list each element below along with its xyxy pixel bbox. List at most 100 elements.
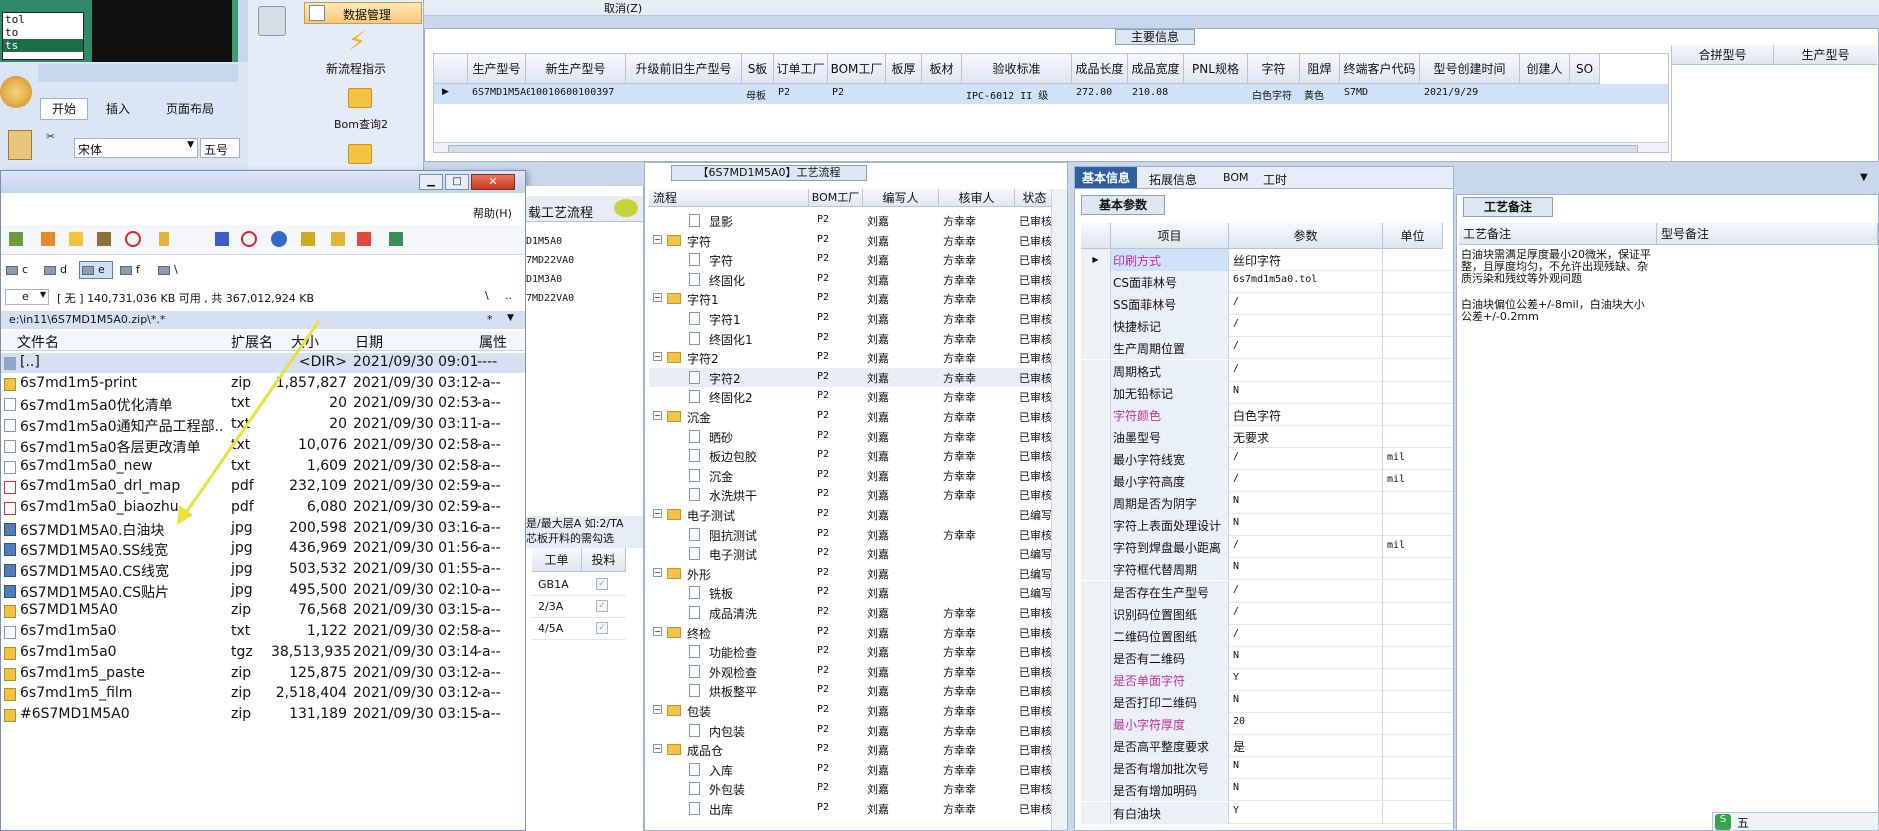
v-scrollbar[interactable]	[1051, 189, 1067, 830]
filter-button[interactable]: *	[487, 313, 493, 326]
flow-row[interactable]: − 字符2 P2 刘嘉 方幸幸 已审核	[649, 348, 1051, 367]
mini-list-item[interactable]: ts	[3, 39, 83, 52]
param-value[interactable]: N	[1229, 514, 1383, 537]
param-row[interactable]: 最小字符厚度 20	[1081, 713, 1453, 736]
param-value[interactable]: N	[1229, 757, 1383, 780]
param-row[interactable]: ▶ 印刷方式 丝印字符	[1081, 249, 1453, 271]
tab-home[interactable]: 开始	[40, 98, 88, 120]
flow-row[interactable]: 水洗烘干 P2 刘嘉 方幸幸 已审核	[649, 485, 1051, 504]
param-value[interactable]: /	[1229, 580, 1383, 603]
top-grid-col[interactable]: 板材	[922, 54, 962, 84]
param-value[interactable]: N	[1229, 558, 1383, 581]
drive-button[interactable]: e	[79, 261, 113, 279]
feed-checkbox[interactable]: ✓	[596, 622, 608, 634]
param-row[interactable]: 最小字符线宽 / mil	[1081, 447, 1453, 470]
param-value[interactable]: /	[1229, 602, 1383, 625]
top-grid-col[interactable]: 终端客户代码	[1340, 54, 1420, 84]
param-value[interactable]: /	[1229, 337, 1383, 360]
flow-row[interactable]: 电子测试 P2 刘嘉 已编写	[649, 544, 1051, 563]
table-row[interactable]: GB1A ✓	[532, 574, 626, 596]
top-grid-col[interactable]: 升级前旧生产型号	[626, 54, 742, 84]
key-icon[interactable]	[159, 232, 169, 246]
stop-icon[interactable]	[241, 231, 257, 247]
tool-icon[interactable]	[41, 232, 55, 246]
file-row[interactable]: 6s7md1m5a0 txt 1,122 2021/09/30 02:58 -a--	[1, 622, 525, 642]
top-grid-col[interactable]: 验收标准	[962, 54, 1072, 84]
flow-row[interactable]: 字符1 P2 刘嘉 方幸幸 已审核	[649, 309, 1051, 328]
feed-checkbox[interactable]: ✓	[596, 578, 608, 590]
table-row[interactable]: 4/5A ✓	[532, 618, 626, 640]
cut-icon[interactable]: ✂	[46, 130, 58, 142]
chevron-down-icon[interactable]: ▼	[507, 313, 514, 323]
tool-icon[interactable]	[215, 232, 229, 246]
param-row[interactable]: 加无铅标记 N	[1081, 381, 1453, 404]
col-attr[interactable]: 属性	[479, 332, 507, 350]
stop-icon[interactable]	[125, 231, 141, 247]
file-row[interactable]: 6s7md1m5_paste zip 125,875 2021/09/30 03:12…	[1, 664, 525, 684]
collapse-icon[interactable]: −	[653, 705, 662, 714]
flow-row[interactable]: 成品清洗 P2 刘嘉 方幸幸 已审核	[649, 603, 1051, 622]
param-row[interactable]: 最小字符高度 / mil	[1081, 470, 1453, 492]
param-row[interactable]: 字符上表面处理设计 N	[1081, 514, 1453, 537]
tool-icon[interactable]	[389, 232, 403, 246]
file-row[interactable]: 6S7MD1M5A0.SS线宽 jpg 436,969 2021/09/30 01:5…	[1, 539, 525, 559]
tool-icon[interactable]	[301, 232, 315, 246]
param-value[interactable]: /	[1229, 536, 1383, 559]
flow-row[interactable]: 终固化2 P2 刘嘉 方幸幸 已审核	[649, 387, 1051, 406]
list-item[interactable]: 7MD22VA0	[526, 251, 643, 270]
param-row[interactable]: CS面菲林号 6s7md1m5a0.tol	[1081, 271, 1453, 294]
flow-row[interactable]: 字符2 P2 刘嘉 方幸幸 已审核	[649, 367, 1051, 387]
pdf-icon[interactable]	[357, 232, 371, 246]
param-row[interactable]: 字符颜色 白色字符	[1081, 403, 1453, 426]
office-button[interactable]	[0, 76, 32, 108]
param-row[interactable]: 识别码位置图纸 /	[1081, 602, 1453, 625]
top-grid-col[interactable]: SO	[1570, 54, 1600, 84]
flow-row[interactable]: − 电子测试 P2 刘嘉 已编写	[649, 505, 1051, 524]
top-grid-col[interactable]: 阻焊	[1300, 54, 1340, 84]
h-scrollbar[interactable]	[434, 142, 1668, 152]
param-row[interactable]: SS面菲林号 /	[1081, 293, 1453, 316]
top-grid-col[interactable]: BOM工厂	[828, 54, 886, 84]
param-row[interactable]: 是否有增加明码 N	[1081, 779, 1453, 802]
param-value[interactable]: /	[1229, 315, 1383, 338]
flow-row[interactable]: 显影 P2 刘嘉 方幸幸 已审核	[649, 211, 1051, 230]
mini-list-item[interactable]: to	[3, 26, 83, 39]
flow-row[interactable]: − 沉金 P2 刘嘉 方幸幸 已审核	[649, 407, 1051, 426]
top-grid-col[interactable]: 订单工厂	[774, 54, 828, 84]
tool-icon[interactable]	[69, 232, 83, 246]
collapse-icon[interactable]: −	[653, 293, 662, 303]
top-grid-col[interactable]: 创建人	[1520, 54, 1570, 84]
top-grid-col[interactable]: 板厚	[886, 54, 922, 84]
top-grid-col[interactable]: 型号创建时间	[1420, 54, 1520, 84]
top-grid-col[interactable]: 成品宽度	[1128, 54, 1184, 84]
flow-row[interactable]: 晒砂 P2 刘嘉 方幸幸 已审核	[649, 427, 1051, 446]
param-value[interactable]: /	[1229, 624, 1383, 647]
collapse-icon[interactable]: −	[653, 626, 662, 636]
param-value[interactable]: /	[1229, 293, 1383, 316]
up-button[interactable]: ..	[505, 289, 512, 302]
root-button[interactable]: \	[485, 289, 489, 302]
param-value[interactable]: /	[1229, 359, 1383, 382]
h-scroll-thumb[interactable]	[448, 145, 1638, 152]
top-grid-col[interactable]: PNL规格	[1184, 54, 1248, 84]
param-value[interactable]: Y	[1229, 801, 1383, 824]
bom-query-button[interactable]: Bom查询2	[334, 116, 414, 132]
flow-row[interactable]: 铣板 P2 刘嘉 已编写	[649, 583, 1051, 602]
col-filename[interactable]: 文件名	[17, 332, 59, 350]
param-row[interactable]: 生产周期位置 /	[1081, 337, 1453, 360]
chevron-down-icon[interactable]: ▼	[1860, 172, 1868, 183]
top-grid-col[interactable]: 新生产型号	[526, 54, 626, 84]
chat-icon[interactable]	[614, 199, 638, 217]
flow-row[interactable]: − 字符1 P2 刘嘉 方幸幸 已审核	[649, 289, 1051, 308]
flow-row[interactable]: 终固化 P2 刘嘉 方幸幸 已审核	[649, 270, 1051, 289]
tab-page-layout[interactable]: 页面布局	[150, 100, 230, 117]
flow-row[interactable]: 烘板整平 P2 刘嘉 方幸幸 已审核	[649, 681, 1051, 700]
minimize-button[interactable]: ▁	[419, 174, 443, 190]
process-remark-text[interactable]: 白油块需满足厚度最小20微米，保证平整，且厚度均匀，不允许出现残缺、杂质污染和残…	[1461, 249, 1651, 323]
flow-row[interactable]: 外观检查 P2 刘嘉 方幸幸 已审核	[649, 662, 1051, 681]
collapse-icon[interactable]: −	[653, 234, 662, 244]
tool-icon[interactable]	[9, 232, 23, 246]
file-row[interactable]: 6s7md1m5a0 tgz 38,513,935 2021/09/30 03:14-…	[1, 643, 525, 663]
tool-icon[interactable]	[97, 232, 111, 246]
tab-data-management[interactable]: 数据管理	[304, 2, 422, 24]
